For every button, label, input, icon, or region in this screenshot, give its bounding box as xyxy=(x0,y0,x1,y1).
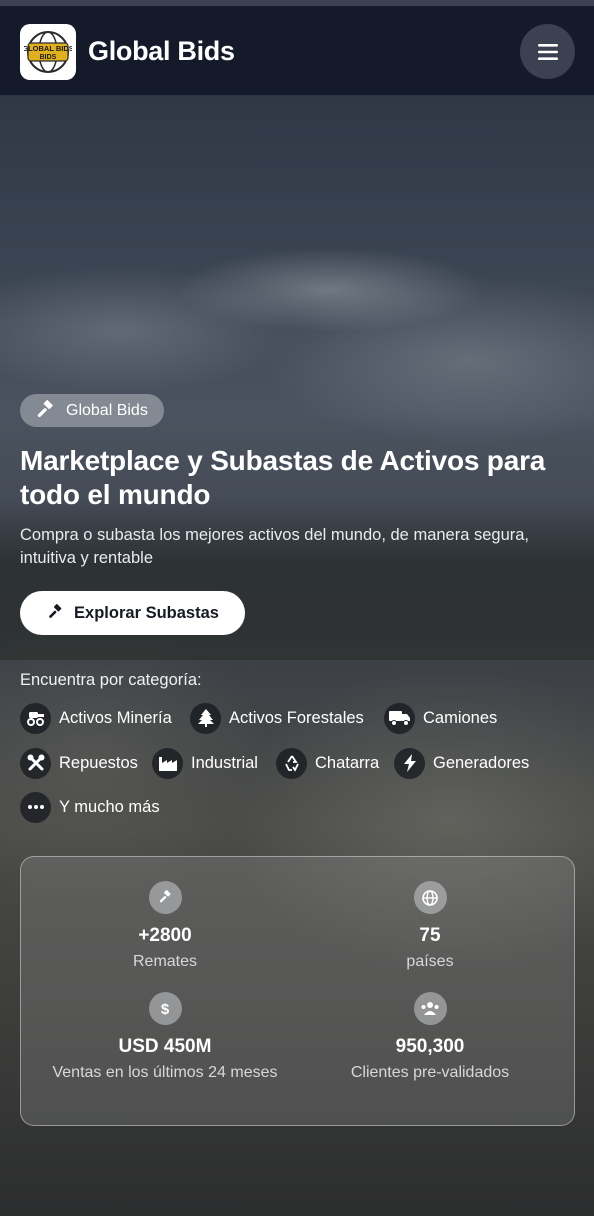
explore-auctions-button[interactable]: Explorar Subastas xyxy=(20,591,245,635)
stat-sales: $ USD 450M Ventas en los últimos 24 mese… xyxy=(45,992,285,1084)
badge-label: Global Bids xyxy=(66,401,148,419)
category-scrap[interactable]: Chatarra xyxy=(276,747,379,779)
category-label: Generadores xyxy=(433,753,530,772)
stat-label: Remates xyxy=(132,953,198,970)
stat-countries: 75 países xyxy=(310,881,550,973)
category-industrial[interactable]: Industrial xyxy=(152,747,258,779)
category-label: Activos Forestales xyxy=(229,708,364,727)
stat-clients: 950,300 Clientes pre-validados xyxy=(310,992,550,1084)
category-parts[interactable]: Repuestos xyxy=(20,747,138,779)
gavel-icon xyxy=(148,881,182,914)
truck-icon xyxy=(384,702,415,734)
category-heading: Encuentra por categoría: xyxy=(20,671,202,689)
stat-value: 75 xyxy=(419,925,441,946)
users-icon xyxy=(413,992,447,1025)
stat-auctions: +2800 Remates xyxy=(45,881,285,973)
stat-value: USD 450M xyxy=(118,1036,212,1057)
stat-label: Ventas en los últimos 24 meses xyxy=(52,1064,278,1081)
stat-label: Clientes pre-validados xyxy=(350,1064,510,1081)
cta-label: Explorar Subastas xyxy=(74,603,219,622)
category-label: Activos Minería xyxy=(59,708,172,727)
category-label: Repuestos xyxy=(59,753,138,772)
dollar-icon: $ xyxy=(148,992,182,1025)
logo[interactable]: GLOBAL BIDS BIDS xyxy=(20,24,76,80)
category-label: Industrial xyxy=(191,753,258,772)
tools-icon xyxy=(20,747,51,779)
hamburger-icon xyxy=(537,43,558,60)
gavel-icon xyxy=(49,604,62,618)
gavel-icon xyxy=(37,399,53,417)
category-label: Chatarra xyxy=(315,753,380,772)
ellipsis-icon xyxy=(20,791,51,823)
bolt-icon xyxy=(394,747,425,779)
brand-name[interactable]: Global Bids xyxy=(88,36,235,67)
hero-badge: Global Bids xyxy=(20,394,164,427)
globe-icon xyxy=(413,881,447,914)
svg-text:$: $ xyxy=(161,1001,170,1018)
stat-value: +2800 xyxy=(138,925,192,946)
category-generators[interactable]: Generadores xyxy=(394,747,529,779)
recycle-icon xyxy=(276,747,307,779)
stats-card: +2800 Remates 75 países $ USD 450M Venta… xyxy=(20,856,575,1126)
menu-button[interactable] xyxy=(520,24,575,79)
svg-text:BIDS: BIDS xyxy=(40,54,57,61)
stat-value: 950,300 xyxy=(395,1036,465,1057)
category-trucks[interactable]: Camiones xyxy=(384,702,497,734)
logo-text: GLOBAL BIDS xyxy=(24,44,72,53)
category-label: Y mucho más xyxy=(59,797,160,816)
globe-logo-icon: GLOBAL BIDS BIDS xyxy=(24,31,72,73)
hero-headline: Marketplace y Subastas de Activos para t… xyxy=(20,445,546,510)
site-header: GLOBAL BIDS BIDS Global Bids xyxy=(0,6,594,96)
hero-subtitle: Compra o subasta los mejores activos del… xyxy=(20,526,530,567)
category-more[interactable]: Y mucho más xyxy=(20,791,160,823)
category-mining[interactable]: Activos Minería xyxy=(20,702,172,734)
category-label: Camiones xyxy=(423,708,498,727)
factory-icon xyxy=(152,747,183,779)
tree-icon xyxy=(190,702,221,734)
category-forestry[interactable]: Activos Forestales xyxy=(190,702,364,734)
excavator-icon xyxy=(20,702,51,734)
stat-label: países xyxy=(406,953,454,970)
